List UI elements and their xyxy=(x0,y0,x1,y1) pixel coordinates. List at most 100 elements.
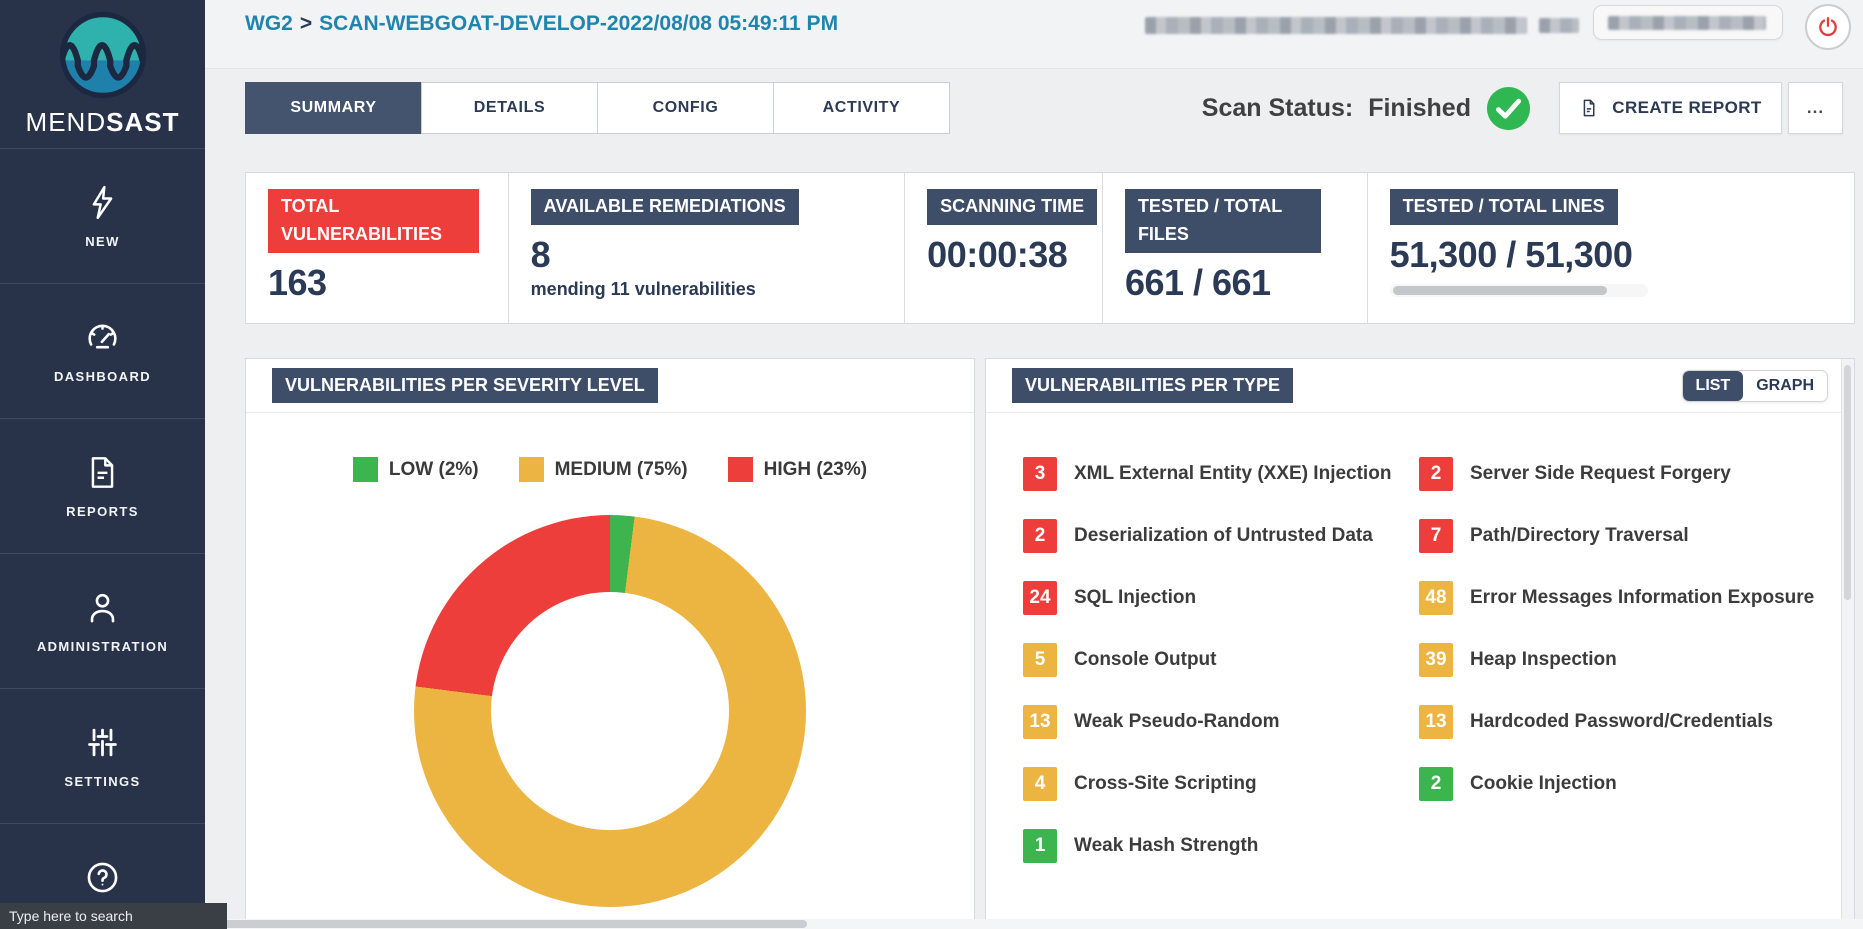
list-graph-toggle: LISTGRAPH xyxy=(1682,370,1828,402)
vuln-item-hardcoded-password-credentials[interactable]: 13Hardcoded Password/Credentials xyxy=(1419,705,1828,739)
sidebar-item-administration[interactable]: ADMINISTRATION xyxy=(0,554,205,689)
types-panel: VULNERABILITIES PER TYPE LISTGRAPH 3XML … xyxy=(985,358,1855,929)
vuln-item-cross-site-scripting[interactable]: 4Cross-Site Scripting xyxy=(1023,767,1419,801)
stat-card-subtext: mending 11 vulnerabilities xyxy=(531,279,905,300)
speedometer-icon xyxy=(84,319,121,356)
severity-legend: LOW (2%)MEDIUM (75%)HIGH (23%) xyxy=(246,457,974,482)
sidebar-item-dashboard[interactable]: DASHBOARD xyxy=(0,284,205,419)
types-panel-scrollbar xyxy=(1841,359,1854,928)
breadcrumb-separator: > xyxy=(300,12,312,35)
vuln-count-badge: 7 xyxy=(1419,519,1453,553)
vuln-item-server-side-request-forgery[interactable]: 2Server Side Request Forgery xyxy=(1419,457,1828,491)
vuln-count-badge: 1 xyxy=(1023,829,1057,863)
vuln-type-label: Error Messages Information Exposure xyxy=(1470,587,1814,609)
tab-details[interactable]: DETAILS xyxy=(421,82,598,134)
vuln-type-label: Cookie Injection xyxy=(1470,773,1617,795)
vulnerability-type-list: 3XML External Entity (XXE) Injection2Ser… xyxy=(986,413,1854,863)
severity-donut-chart xyxy=(414,515,806,907)
sidebar-item-label: SETTINGS xyxy=(64,774,140,789)
scan-toolbar: SUMMARYDETAILSCONFIGACTIVITY Scan Status… xyxy=(245,82,1843,134)
brand[interactable]: MENDSAST xyxy=(0,0,205,149)
types-panel-header: VULNERABILITIES PER TYPE LISTGRAPH xyxy=(986,359,1854,413)
vuln-type-label: Heap Inspection xyxy=(1470,649,1617,671)
stat-card-available-remediations: AVAILABLE REMEDIATIONS 8 mending 11 vulner… xyxy=(509,173,906,323)
vuln-item-deserialization-of-untrusted-data[interactable]: 2Deserialization of Untrusted Data xyxy=(1023,519,1419,553)
stat-card-tested-total-lines: TESTED / TOTAL LINES51,300 / 51,300 xyxy=(1368,173,1854,323)
sidebar-item-reports[interactable]: REPORTS xyxy=(0,419,205,554)
lightning-icon xyxy=(84,184,121,221)
breadcrumb: WG2 > SCAN-WEBGOAT-DEVELOP-2022/08/08 05:4… xyxy=(245,12,838,36)
stat-card-value-clip: 51,300 / 51,300 xyxy=(1390,225,1640,276)
stat-card-scrollbar xyxy=(1390,284,1648,297)
vuln-type-label: Path/Directory Traversal xyxy=(1470,525,1689,547)
sidebar: MENDSAST NEW DASHBOARD REPORTS ADMINISTRATI… xyxy=(0,0,205,929)
vuln-item-error-messages-information-exposure[interactable]: 48Error Messages Information Exposure xyxy=(1419,581,1828,615)
stat-card-value: 661 / 661 xyxy=(1125,262,1367,304)
sidebar-nav: NEW DASHBOARD REPORTS ADMINISTRATION SETTING… xyxy=(0,149,205,929)
vuln-item-weak-hash-strength[interactable]: 1Weak Hash Strength xyxy=(1023,829,1419,863)
vuln-item-sql-injection[interactable]: 24 SQL Injection xyxy=(1023,581,1419,615)
vuln-type-label: Console Output xyxy=(1074,649,1216,671)
vuln-type-label: Hardcoded Password/Credentials xyxy=(1470,711,1773,733)
vuln-type-label: SQL Injection xyxy=(1074,587,1196,609)
legend-label: HIGH (23%) xyxy=(764,459,867,481)
mend-logo-icon xyxy=(58,10,148,100)
sidebar-item-label: NEW xyxy=(85,234,120,249)
legend-label: LOW (2%) xyxy=(389,459,479,481)
vuln-item-path-directory-traversal[interactable]: 7 Path/Directory Traversal xyxy=(1419,519,1828,553)
stat-card-row: TOTAL VULNERABILITIES163AVAILABLE REMEDI… xyxy=(245,172,1855,324)
stat-card-title: SCANNING TIME xyxy=(927,189,1097,225)
stat-card-scanning-time: SCANNING TIME 00:00:38 xyxy=(905,173,1103,323)
vuln-count-badge: 39 xyxy=(1419,643,1453,677)
vuln-type-label: Server Side Request Forgery xyxy=(1470,463,1731,485)
toggle-graph[interactable]: GRAPH xyxy=(1743,371,1827,401)
scan-status-value: Finished xyxy=(1368,94,1471,123)
breadcrumb-project-link[interactable]: WG2 xyxy=(245,12,293,35)
create-report-label: CREATE REPORT xyxy=(1612,98,1761,118)
vuln-type-label: Deserialization of Untrusted Data xyxy=(1074,525,1373,547)
vuln-item-xml-external-entity-xxe-injection[interactable]: 3XML External Entity (XXE) Injection xyxy=(1023,457,1419,491)
vuln-count-badge: 24 xyxy=(1023,581,1057,615)
types-panel-scrollbar-thumb[interactable] xyxy=(1844,365,1851,600)
sidebar-item-label: ADMINISTRATION xyxy=(37,639,168,654)
app-window: MENDSAST NEW DASHBOARD REPORTS ADMINISTRATI… xyxy=(0,0,1863,929)
stat-card-value: 8 xyxy=(531,234,905,276)
vuln-item-weak-pseudo-random[interactable]: 13Weak Pseudo-Random xyxy=(1023,705,1419,739)
page-horizontal-scrollbar xyxy=(205,919,1863,929)
tab-activity[interactable]: ACTIVITY xyxy=(773,82,950,134)
tab-config[interactable]: CONFIG xyxy=(597,82,774,134)
scan-status-label: Scan Status: xyxy=(1202,94,1353,123)
power-icon xyxy=(1816,15,1840,39)
vuln-item-cookie-injection[interactable]: 2Cookie Injection xyxy=(1419,767,1828,801)
vuln-item-console-output[interactable]: 5Console Output xyxy=(1023,643,1419,677)
legend-swatch-medium xyxy=(519,457,544,482)
stat-card-value: 00:00:38 xyxy=(927,234,1102,276)
vuln-item-heap-inspection[interactable]: 39 Heap Inspection xyxy=(1419,643,1828,677)
stat-card-title: TOTAL VULNERABILITIES xyxy=(268,189,479,253)
types-panel-title: VULNERABILITIES PER TYPE xyxy=(1012,368,1293,404)
tab-summary[interactable]: SUMMARY xyxy=(245,82,422,134)
user-dropdown[interactable] xyxy=(1593,5,1783,40)
status-check-icon xyxy=(1486,86,1531,131)
legend-swatch-low xyxy=(353,457,378,482)
stat-card-title: AVAILABLE REMEDIATIONS xyxy=(531,189,799,225)
severity-panel-header: VULNERABILITIES PER SEVERITY LEVEL xyxy=(246,359,974,413)
more-actions-button[interactable]: ... xyxy=(1788,82,1843,134)
create-report-button[interactable]: CREATE REPORT xyxy=(1559,82,1782,134)
report-file-icon xyxy=(1579,98,1599,118)
legend-swatch-high xyxy=(728,457,753,482)
logout-power-button[interactable] xyxy=(1805,4,1851,50)
stat-card-value: 163 xyxy=(268,262,508,304)
taskbar-search-tooltip: Type here to search xyxy=(0,903,227,929)
brand-name: MENDSAST xyxy=(26,107,180,138)
stat-card-title: TESTED / TOTAL LINES xyxy=(1390,189,1618,225)
sidebar-item-new[interactable]: NEW xyxy=(0,149,205,284)
page-horizontal-scrollbar-thumb[interactable] xyxy=(205,920,807,928)
sidebar-item-settings[interactable]: SETTINGS xyxy=(0,689,205,824)
toggle-list[interactable]: LIST xyxy=(1683,371,1744,401)
stat-card-scrollbar-thumb[interactable] xyxy=(1393,286,1607,295)
help-icon xyxy=(84,859,121,896)
vuln-count-badge: 3 xyxy=(1023,457,1057,491)
sidebar-item-label: DASHBOARD xyxy=(54,369,151,384)
breadcrumb-scan-name: SCAN-WEBGOAT-DEVELOP-2022/08/08 05:49:11… xyxy=(319,12,838,35)
